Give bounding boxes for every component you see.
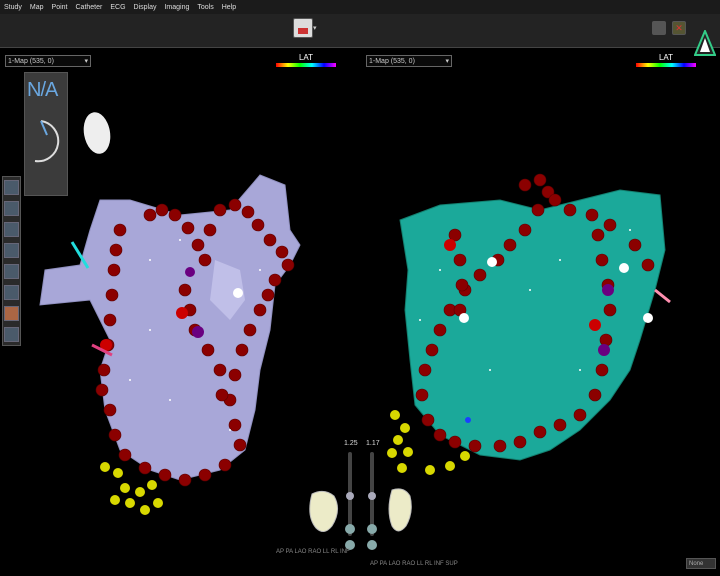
left-lat-label: LAT [298, 53, 314, 62]
view-select[interactable]: None [686, 558, 716, 569]
left-chamber-model[interactable] [30, 170, 310, 520]
tool-pan-icon[interactable] [4, 201, 19, 216]
left-lat-colorbar [276, 63, 336, 67]
left-tool-strip [2, 176, 21, 346]
menu-display[interactable]: Display [130, 4, 161, 11]
right-rotate-button[interactable] [367, 524, 377, 534]
tool-measure-icon[interactable] [4, 285, 19, 300]
right-lat-legend: LAT [636, 53, 696, 67]
right-zoom-knob[interactable] [368, 492, 376, 500]
tool-select-icon[interactable] [4, 243, 19, 258]
left-heart-orientation-icon [309, 490, 338, 532]
menu-map[interactable]: Map [26, 4, 48, 11]
right-chamber-model[interactable] [380, 170, 700, 490]
menu-imaging[interactable]: Imaging [160, 4, 193, 11]
right-reset-button[interactable] [367, 540, 377, 550]
menu-catheter[interactable]: Catheter [72, 4, 107, 11]
right-view-axes[interactable]: AP PA LAO RAO LL RL INF SUP [370, 561, 458, 567]
left-map-select[interactable]: 1-Map (535, 0) [5, 55, 91, 68]
close-icon[interactable]: ✕ [672, 21, 686, 35]
chevron-down-icon[interactable]: ▾ [313, 24, 317, 32]
right-heart-orientation-icon [388, 488, 412, 532]
tool-reset-icon[interactable] [4, 327, 19, 342]
menu-ecg[interactable]: ECG [106, 4, 129, 11]
na-label: N/A [27, 79, 58, 101]
layout-icon[interactable] [652, 21, 666, 35]
left-rotate-button[interactable] [345, 524, 355, 534]
menu-tools[interactable]: Tools [193, 4, 217, 11]
right-lat-colorbar [636, 63, 696, 67]
snapshot-button[interactable] [293, 18, 313, 38]
left-view-axes[interactable]: AP PA LAO RAO LL RL INF [276, 549, 350, 555]
tool-tag-icon[interactable] [4, 264, 19, 279]
menu-help[interactable]: Help [218, 4, 240, 11]
menu-bar: Study Map Point Catheter ECG Display Ima… [0, 0, 720, 14]
right-lat-label: LAT [658, 53, 674, 62]
menu-study[interactable]: Study [0, 4, 26, 11]
right-zoom-value: 1.17 [366, 440, 380, 447]
tool-zoom-icon[interactable] [4, 222, 19, 237]
left-zoom-knob[interactable] [346, 492, 354, 500]
orientation-arc-icon [34, 120, 60, 163]
tool-rotate-icon[interactable] [4, 180, 19, 195]
menu-point[interactable]: Point [48, 4, 72, 11]
right-map-select[interactable]: 1-Map (535, 0) [366, 55, 452, 68]
left-zoom-value: 1.25 [344, 440, 358, 447]
toolbar: ▾ ✕ [0, 14, 720, 56]
left-lat-legend: LAT [276, 53, 336, 67]
tool-clip-icon[interactable] [4, 306, 19, 321]
